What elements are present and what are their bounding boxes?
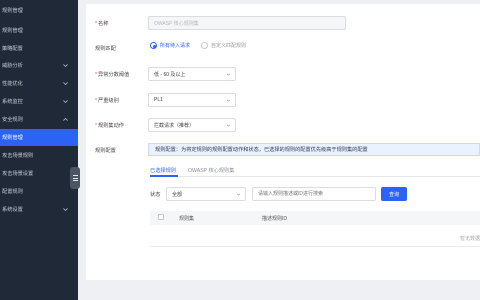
sidebar-item-label: 性能优化 xyxy=(2,81,23,87)
radio-custom-match[interactable]: 自定义匹配规则 xyxy=(201,42,246,49)
name-label: *名称 xyxy=(95,21,109,27)
sidebar-item-label: 安全规则 xyxy=(2,117,23,123)
chevron-down-icon xyxy=(226,124,231,127)
sidebar-item-label: 系统监控 xyxy=(2,99,23,105)
query-button[interactable]: 查询 xyxy=(381,187,407,201)
tab-owasp-rules[interactable]: OWASP 核心规则集 xyxy=(188,167,234,174)
tab-selected-rules[interactable]: 已选择规则 xyxy=(150,167,176,174)
chevron-down-icon xyxy=(63,82,68,86)
sidebar-item-7[interactable]: 规则管理 xyxy=(0,129,78,146)
sidebar-item-9[interactable]: 攻击场景设置 xyxy=(0,165,78,182)
action-select[interactable]: 拦截请求（推荐） xyxy=(148,118,236,132)
chevron-up-icon xyxy=(63,117,68,121)
table-header: 规则集 描述规则ID xyxy=(150,211,480,225)
action-label: *规则集动作 xyxy=(95,123,124,129)
status-select[interactable]: 全部 xyxy=(166,187,246,201)
chevron-down-icon xyxy=(63,208,68,212)
sidebar-item-label: 规则管理 xyxy=(2,135,23,141)
sidebar-item-label: 系统设置 xyxy=(2,207,23,213)
sidebar-item-10[interactable]: 配置规则 xyxy=(0,183,78,200)
chevron-down-icon xyxy=(63,64,68,68)
threshold-label: *异常分数阈值 xyxy=(95,72,130,78)
empty-state-text: 暂无数据 xyxy=(459,236,480,242)
status-label: 状态 xyxy=(150,192,161,198)
sidebar-item-11[interactable]: 系统设置 xyxy=(0,201,78,218)
sidebar-collapse-handle[interactable] xyxy=(70,167,80,189)
chevron-down-icon xyxy=(236,193,241,196)
search-input[interactable] xyxy=(252,187,376,201)
sidebar-item-label: 攻击场景设置 xyxy=(2,171,34,177)
table-body xyxy=(150,225,480,247)
rule-match-label: 规则匹配 xyxy=(95,46,116,52)
tab-active-indicator xyxy=(150,175,178,177)
sidebar-item-4[interactable]: 性能优化 xyxy=(0,75,78,92)
chevron-down-icon xyxy=(226,73,231,76)
column-header-rule-id: 描述规则ID xyxy=(262,216,288,222)
sidebar-item-5[interactable]: 系统监控 xyxy=(0,93,78,110)
sidebar: 规则管理 规则管理 策略配置 威胁分析 性能优化 系统监控 安全规则 规则管理 … xyxy=(0,0,78,300)
sidebar-item-8[interactable]: 攻击场景规则 xyxy=(0,147,78,164)
sidebar-item-2[interactable]: 策略配置 xyxy=(0,40,78,57)
column-header-ruleset: 规则集 xyxy=(179,216,195,222)
sidebar-item-label: 攻击场景规则 xyxy=(2,153,34,159)
tab-divider xyxy=(150,176,480,177)
chevron-down-icon xyxy=(63,100,68,104)
threshold-select[interactable]: 低 - 60 及以上 xyxy=(148,67,236,81)
config-label: 规则配置 xyxy=(95,148,116,154)
severity-label: *严重级别 xyxy=(95,98,119,104)
chevron-down-icon xyxy=(226,99,231,102)
sidebar-item-label: 配置规则 xyxy=(2,189,23,195)
sidebar-item-3[interactable]: 威胁分析 xyxy=(0,57,78,74)
severity-select[interactable]: PL1 xyxy=(148,93,236,107)
name-field: OWASP 核心规则集 xyxy=(148,16,346,30)
config-notice: 规则配置：为将定规则的规则配置动作和状态，已选择的规则的配置优先级高于规则集的配… xyxy=(148,143,480,156)
sidebar-item-label: 规则管理 xyxy=(2,8,23,14)
sidebar-item-label: 威胁分析 xyxy=(2,63,23,69)
sidebar-item-1[interactable]: 规则管理 xyxy=(0,22,78,39)
sidebar-item-0[interactable]: 规则管理 xyxy=(0,2,78,19)
sidebar-item-6[interactable]: 安全规则 xyxy=(0,111,78,128)
sidebar-item-label: 策略配置 xyxy=(2,46,23,52)
radio-all-requests[interactable]: 所有待入请求 xyxy=(150,42,190,49)
select-all-checkbox[interactable] xyxy=(158,214,164,220)
sidebar-item-label: 规则管理 xyxy=(2,28,23,34)
